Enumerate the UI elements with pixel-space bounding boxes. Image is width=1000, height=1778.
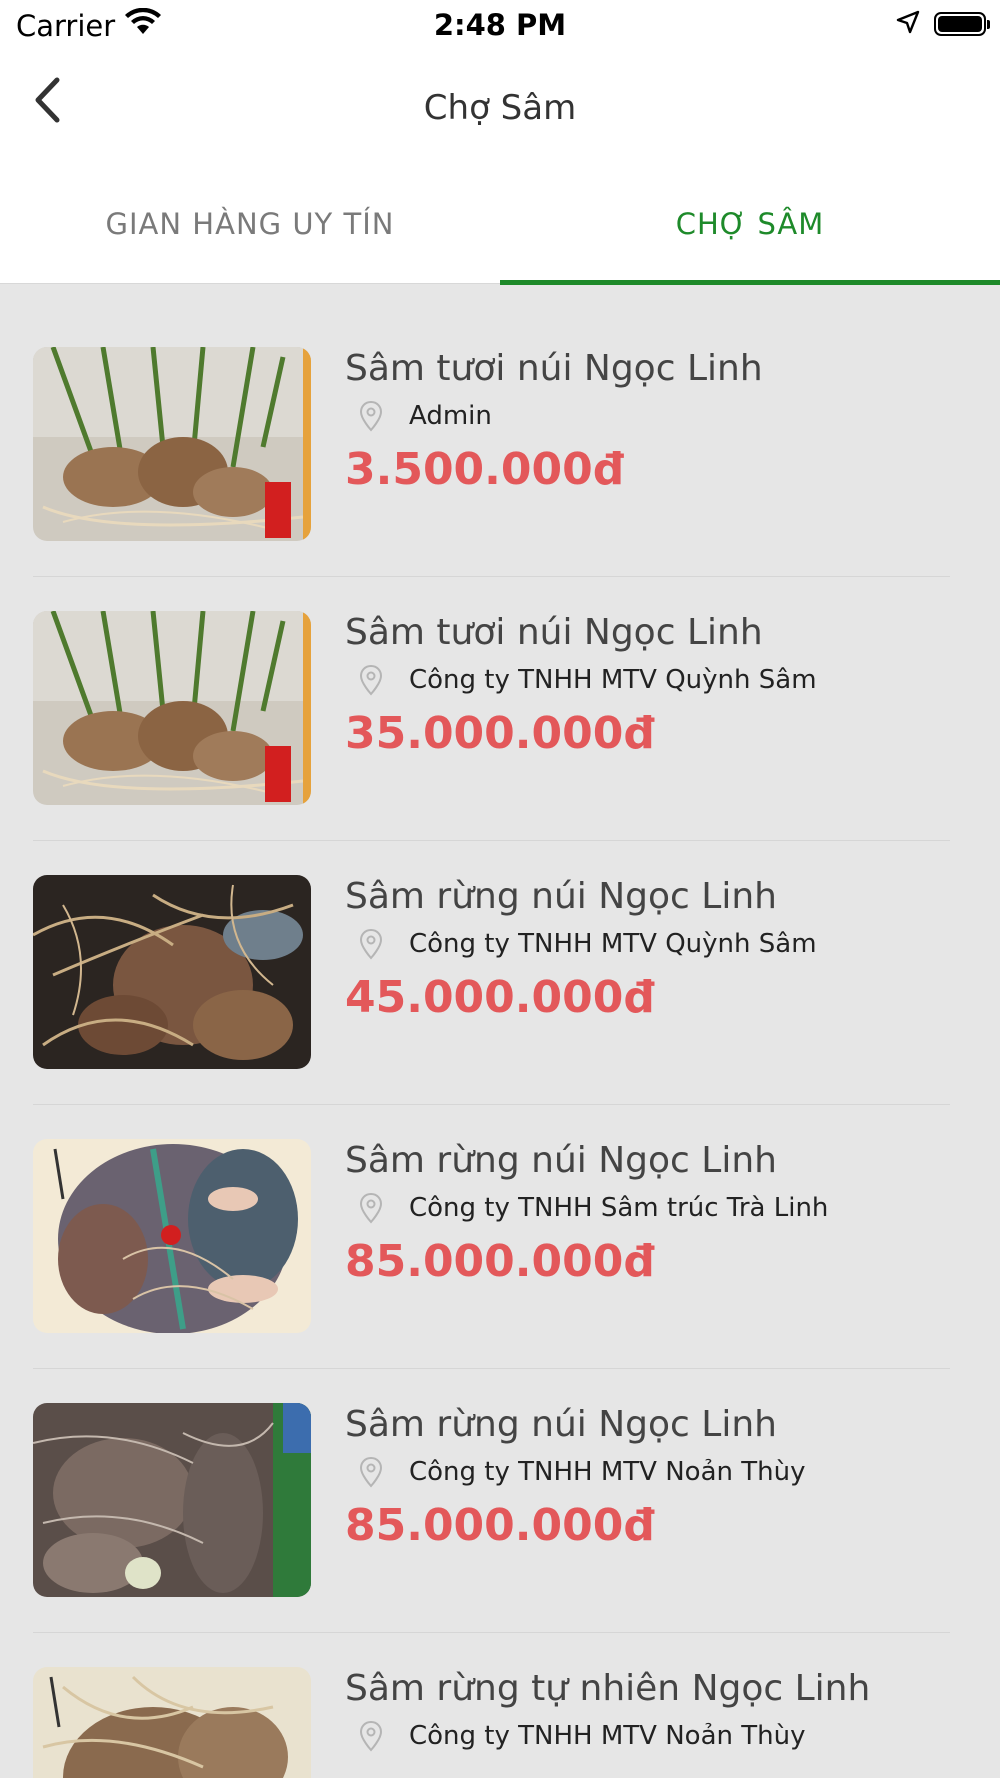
seller-row: Công ty TNHH MTV Quỳnh Sâm bbox=[345, 923, 980, 965]
seller-row: Công ty TNHH MTV Noản Thùy bbox=[345, 1715, 980, 1757]
product-image bbox=[33, 347, 311, 541]
seller-row: Công ty TNHH MTV Noản Thùy bbox=[345, 1451, 980, 1493]
product-price: 35.000.000đ bbox=[345, 708, 655, 759]
product-image bbox=[33, 1667, 311, 1778]
location-pin-icon bbox=[351, 928, 391, 960]
seller-name: Công ty TNHH MTV Quỳnh Sâm bbox=[409, 665, 817, 695]
battery-icon bbox=[934, 12, 990, 36]
list-item[interactable]: Sâm rừng núi Ngọc Linh Công ty TNHH Sâm … bbox=[0, 1057, 1000, 1369]
product-list[interactable]: Sâm tươi núi Ngọc Linh Admin 3.500.000đ bbox=[0, 285, 1000, 1778]
product-image bbox=[33, 1403, 311, 1597]
tab-label: GIAN HÀNG UY TÍN bbox=[105, 207, 395, 241]
product-name: Sâm tươi núi Ngọc Linh bbox=[345, 348, 763, 389]
location-pin-icon bbox=[351, 1720, 391, 1752]
product-image bbox=[33, 611, 311, 805]
seller-name: Công ty TNHH MTV Noản Thùy bbox=[409, 1457, 806, 1487]
product-info: Sâm rừng núi Ngọc Linh Công ty TNHH MTV … bbox=[345, 1403, 980, 1553]
list-item[interactable]: Sâm rừng tự nhiên Ngọc Linh Công ty TNHH… bbox=[0, 1585, 1000, 1778]
product-info: Sâm rừng núi Ngọc Linh Công ty TNHH MTV … bbox=[345, 875, 980, 1025]
location-pin-icon bbox=[351, 1456, 391, 1488]
status-bar: Carrier 2:48 PM bbox=[0, 0, 1000, 50]
product-price: 85.000.000đ bbox=[345, 1500, 655, 1551]
list-item[interactable]: Sâm tươi núi Ngọc Linh Công ty TNHH MTV … bbox=[0, 529, 1000, 841]
seller-name: Admin bbox=[409, 401, 492, 431]
product-info: Sâm rừng núi Ngọc Linh Công ty TNHH Sâm … bbox=[345, 1139, 980, 1289]
seller-row: Admin bbox=[345, 395, 980, 437]
product-info: Sâm tươi núi Ngọc Linh Công ty TNHH MTV … bbox=[345, 611, 980, 761]
seller-name: Công ty TNHH Sâm trúc Trà Linh bbox=[409, 1193, 829, 1223]
product-info: Sâm tươi núi Ngọc Linh Admin 3.500.000đ bbox=[345, 347, 980, 497]
product-price: 85.000.000đ bbox=[345, 1236, 655, 1287]
product-name: Sâm rừng núi Ngọc Linh bbox=[345, 1140, 777, 1181]
product-info: Sâm rừng tự nhiên Ngọc Linh Công ty TNHH… bbox=[345, 1667, 980, 1763]
seller-row: Công ty TNHH Sâm trúc Trà Linh bbox=[345, 1187, 980, 1229]
tab-bar: GIAN HÀNG UY TÍN CHỢ SÂM bbox=[0, 170, 1000, 285]
product-name: Sâm tươi núi Ngọc Linh bbox=[345, 612, 763, 653]
status-time: 2:48 PM bbox=[433, 8, 567, 42]
location-pin-icon bbox=[351, 400, 391, 432]
status-right bbox=[896, 10, 990, 38]
product-price: 3.500.000đ bbox=[345, 444, 625, 495]
product-name: Sâm rừng tự nhiên Ngọc Linh bbox=[345, 1668, 871, 1709]
product-price: 45.000.000đ bbox=[345, 972, 655, 1023]
location-arrow-icon bbox=[896, 10, 920, 38]
tab-label: CHỢ SÂM bbox=[675, 207, 825, 241]
product-image bbox=[33, 875, 311, 1069]
product-name: Sâm rừng núi Ngọc Linh bbox=[345, 876, 777, 917]
seller-name: Công ty TNHH MTV Quỳnh Sâm bbox=[409, 929, 817, 959]
product-image bbox=[33, 1139, 311, 1333]
navigation-bar: Chợ Sâm bbox=[0, 50, 1000, 170]
product-name: Sâm rừng núi Ngọc Linh bbox=[345, 1404, 777, 1445]
tab-gian-hang-uy-tin[interactable]: GIAN HÀNG UY TÍN bbox=[0, 170, 500, 284]
seller-row: Công ty TNHH MTV Quỳnh Sâm bbox=[345, 659, 980, 701]
location-pin-icon bbox=[351, 1192, 391, 1224]
location-pin-icon bbox=[351, 664, 391, 696]
list-item[interactable]: Sâm tươi núi Ngọc Linh Admin 3.500.000đ bbox=[0, 285, 1000, 577]
page-title: Chợ Sâm bbox=[423, 88, 577, 128]
list-item[interactable]: Sâm rừng núi Ngọc Linh Công ty TNHH MTV … bbox=[0, 793, 1000, 1105]
tab-cho-sam[interactable]: CHỢ SÂM bbox=[500, 170, 1000, 285]
seller-name: Công ty TNHH MTV Noản Thùy bbox=[409, 1721, 806, 1751]
list-item[interactable]: Sâm rừng núi Ngọc Linh Công ty TNHH MTV … bbox=[0, 1321, 1000, 1633]
